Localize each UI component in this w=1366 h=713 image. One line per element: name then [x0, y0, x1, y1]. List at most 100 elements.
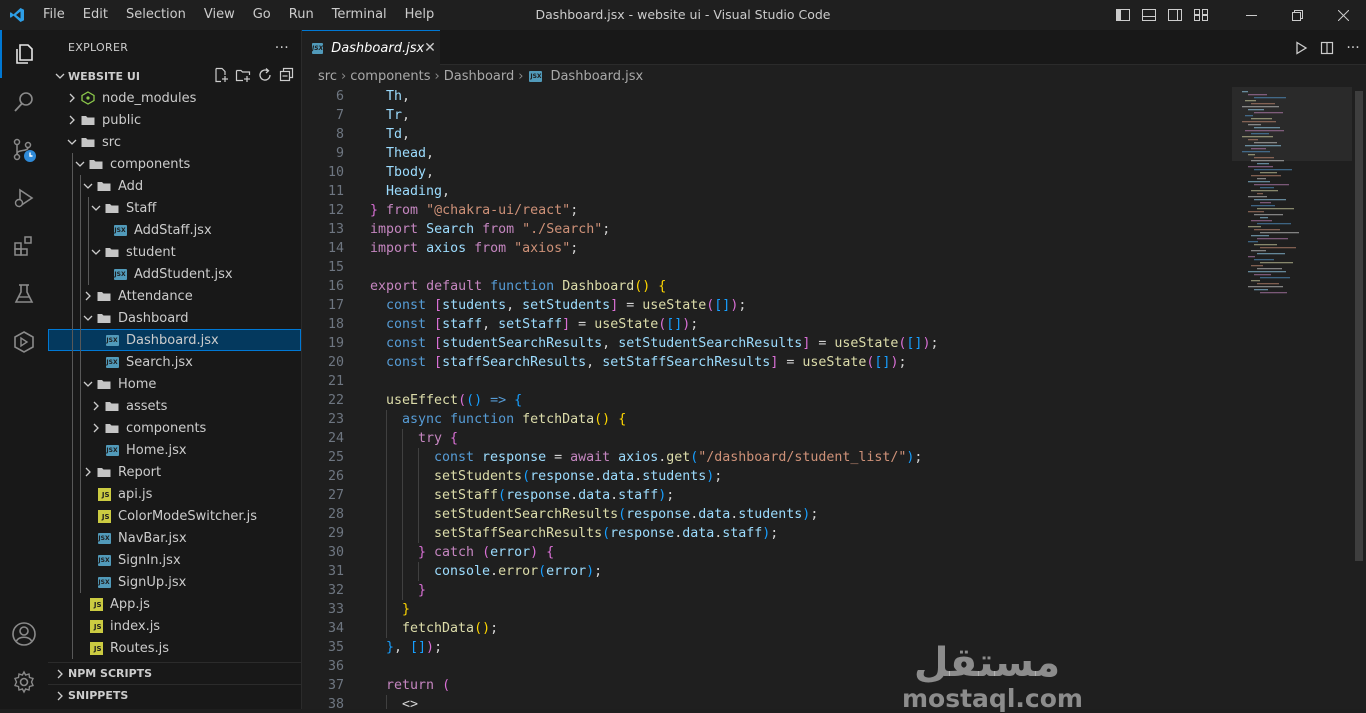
file-item[interactable]: JS index.js [48, 615, 301, 637]
search-icon[interactable] [0, 78, 48, 126]
minimap-code-preview [1242, 91, 1299, 294]
snippets-section[interactable]: SNIPPETS [48, 684, 301, 706]
restore-button[interactable] [1274, 0, 1320, 30]
code-text: setStudentSearchResults(response.data.st… [434, 505, 818, 524]
folder-item[interactable]: components [48, 153, 301, 175]
file-item[interactable]: JSX SignIn.jsx [48, 549, 301, 571]
more-actions-icon[interactable]: ··· [1340, 30, 1366, 65]
react-file-icon: JSX [529, 70, 543, 82]
code-token: useState [802, 355, 867, 370]
menu-view[interactable]: View [195, 0, 244, 30]
close-window-button[interactable] [1320, 0, 1366, 30]
code-token: . [690, 507, 699, 522]
code-token: { [546, 545, 555, 560]
title-bar: File Edit Selection View Go Run Terminal Help D… [0, 0, 1366, 30]
code-line: 23 async function fetchData() { [302, 410, 1232, 429]
file-item[interactable]: JSX AddStudent.jsx [48, 263, 301, 285]
code-token: ; [594, 564, 603, 579]
editor-area: JSX Dashboard.jsx ✕ ··· src › components ›… [302, 30, 1366, 712]
minimize-button[interactable] [1228, 0, 1274, 30]
folder-item[interactable]: student [48, 241, 301, 263]
folder-icon [80, 131, 96, 153]
explorer-more-actions-button[interactable]: ··· [275, 40, 289, 56]
extensions-icon[interactable] [0, 222, 48, 270]
line-number: 27 [327, 488, 344, 503]
scrollbar-thumb[interactable] [1355, 91, 1363, 561]
menu-selection[interactable]: Selection [117, 0, 195, 30]
code-token: } [370, 203, 379, 218]
minimap[interactable] [1232, 87, 1352, 709]
menu-edit[interactable]: Edit [74, 0, 117, 30]
code-token: ( [442, 678, 451, 693]
project-folder-header[interactable]: WEBSITE UI [48, 65, 301, 87]
folder-item[interactable]: Attendance [48, 285, 301, 307]
manage-gear-icon[interactable] [0, 658, 48, 706]
breadcrumb-src[interactable]: src [318, 69, 337, 84]
folder-item[interactable]: node_modules [48, 87, 301, 109]
breadcrumb-file[interactable]: Dashboard.jsx [550, 69, 643, 84]
explorer-icon[interactable] [0, 30, 48, 78]
file-item[interactable]: JS ColorModeSwitcher.js [48, 505, 301, 527]
source-control-icon[interactable] [0, 126, 48, 174]
code-token: . [570, 488, 579, 503]
breadcrumb-components[interactable]: components [350, 69, 430, 84]
tab-dashboard-jsx[interactable]: JSX Dashboard.jsx ✕ [302, 30, 440, 65]
menu-go[interactable]: Go [244, 0, 280, 30]
refresh-icon[interactable] [257, 67, 273, 86]
file-item[interactable]: JSX Dashboard.jsx [48, 329, 301, 351]
file-item[interactable]: JS Routes.js [48, 637, 301, 659]
toggle-secondary-sidebar-icon[interactable] [1162, 0, 1188, 30]
line-number: 33 [327, 602, 344, 617]
toggle-panel-icon[interactable] [1136, 0, 1162, 30]
menu-file[interactable]: File [34, 0, 74, 30]
run-code-icon[interactable] [1288, 30, 1314, 65]
customize-layout-icon[interactable] [1188, 0, 1214, 30]
folder-item[interactable]: src [48, 131, 301, 153]
tree-item-label: src [102, 134, 121, 150]
toggle-primary-sidebar-icon[interactable] [1110, 0, 1136, 30]
folder-item[interactable]: Dashboard [48, 307, 301, 329]
menu-terminal[interactable]: Terminal [323, 0, 396, 30]
folder-item[interactable]: Home [48, 373, 301, 395]
folder-item[interactable]: Add [48, 175, 301, 197]
new-file-icon[interactable] [213, 67, 229, 86]
file-item[interactable]: JSX AddStaff.jsx [48, 219, 301, 241]
code-token: [ [434, 355, 443, 370]
file-item[interactable]: JS api.js [48, 483, 301, 505]
indent-guide [386, 562, 387, 581]
file-item[interactable]: JSX NavBar.jsx [48, 527, 301, 549]
new-folder-icon[interactable] [235, 67, 251, 86]
collapse-all-icon[interactable] [279, 67, 295, 86]
folder-icon [96, 285, 112, 307]
testing-icon[interactable] [0, 270, 48, 318]
file-item[interactable]: JSX Search.jsx [48, 351, 301, 373]
folder-item[interactable]: public [48, 109, 301, 131]
folder-item[interactable]: components [48, 417, 301, 439]
code-text: const response = await axios.get("/dashb… [434, 448, 922, 467]
split-editor-icon[interactable] [1314, 30, 1340, 65]
code-token: = [810, 336, 835, 351]
menu-help[interactable]: Help [396, 0, 444, 30]
folder-item[interactable]: Staff [48, 197, 301, 219]
folder-item[interactable]: assets [48, 395, 301, 417]
file-item[interactable]: JSX Home.jsx [48, 439, 301, 461]
editor-scrollbar[interactable] [1352, 87, 1366, 709]
run-and-debug-icon[interactable] [0, 174, 48, 222]
chevron-right-icon [52, 685, 68, 707]
folder-icon [104, 197, 120, 219]
npm-scripts-section[interactable]: NPM SCRIPTS [48, 662, 301, 684]
breadcrumb-dashboard[interactable]: Dashboard [444, 69, 515, 84]
remote-explorer-icon[interactable] [0, 318, 48, 366]
tab-close-icon[interactable]: ✕ [424, 40, 436, 56]
file-item[interactable]: JS App.js [48, 593, 301, 615]
code-text: console.error(error); [434, 562, 602, 581]
file-item[interactable]: JSX SignUp.jsx [48, 571, 301, 593]
accounts-icon[interactable] [0, 610, 48, 658]
folder-item[interactable]: Report [48, 461, 301, 483]
menu-run[interactable]: Run [280, 0, 323, 30]
code-editor[interactable]: 6 Th, 7 Tr, 8 Td, 9 Thead, 10 Tbody, 11 Heading, 12}… [302, 87, 1232, 709]
